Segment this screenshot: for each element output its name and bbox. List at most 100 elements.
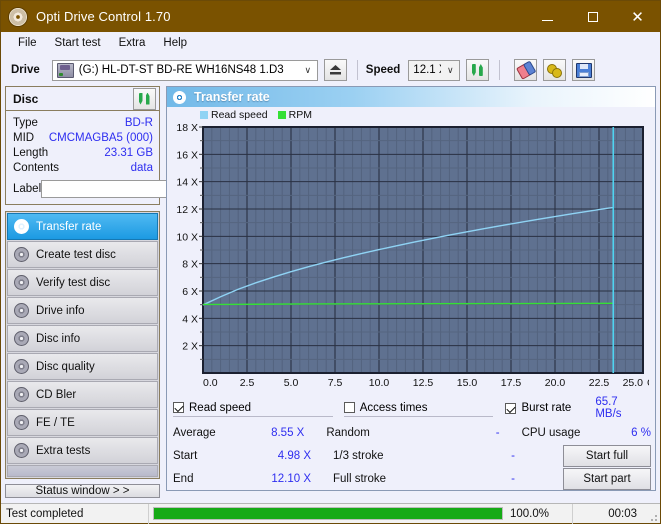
legend-label-rpm: RPM	[289, 109, 312, 121]
svg-text:5.0: 5.0	[284, 377, 299, 389]
start-full-button[interactable]: Start full	[563, 445, 651, 467]
disc-field-contents: Contents data	[13, 160, 153, 175]
minimize-button[interactable]	[525, 1, 570, 32]
disc-icon	[14, 415, 29, 430]
speed-select[interactable]: 12.1 X ∨	[408, 60, 460, 81]
chart-plot-area[interactable]: 2 X4 X6 X8 X10 X12 X14 X16 X18 X0.02.55.…	[167, 121, 655, 397]
svg-text:25.0: 25.0	[623, 377, 644, 389]
sidebar-item-label: Disc info	[36, 333, 80, 345]
stat-key-third-stroke: 1/3 stroke	[311, 450, 443, 462]
svg-text:12 X: 12 X	[176, 204, 198, 216]
sidebar-item-extra-tests[interactable]: Extra tests	[7, 437, 158, 464]
disc-field-type-key: Type	[13, 117, 38, 129]
access-times-checkbox[interactable]	[344, 402, 355, 413]
progress-cell: 100.0%	[148, 504, 572, 524]
menu-item-start-test[interactable]: Start test	[46, 35, 110, 51]
chart-title: Transfer rate	[194, 90, 270, 104]
elapsed-time: 00:03	[572, 504, 646, 524]
read-speed-label: Read speed	[189, 402, 251, 414]
stat-value-cpu-usage: 6 %	[602, 427, 651, 439]
refresh-icon	[138, 92, 152, 106]
svg-text:18 X: 18 X	[176, 122, 198, 134]
maximize-button[interactable]	[570, 1, 615, 32]
disc-refresh-button[interactable]	[133, 88, 156, 110]
menu-item-help[interactable]: Help	[154, 35, 196, 51]
menu-item-file[interactable]: File	[9, 35, 46, 51]
progress-percent: 100.0%	[503, 508, 568, 520]
stat-value-third-stroke: -	[443, 450, 515, 462]
disc-field-length-key: Length	[13, 147, 48, 159]
sidebar-item-create-test-disc[interactable]: Create test disc	[7, 241, 158, 268]
stat-key-end: End	[173, 473, 249, 485]
sidebar-item-transfer-rate[interactable]: Transfer rate	[7, 213, 158, 240]
close-button[interactable]: ✕	[615, 1, 660, 32]
sidebar-nav: Transfer rate Create test disc Verify te…	[5, 211, 160, 479]
status-window-button[interactable]: Status window > >	[5, 484, 160, 498]
sidebar-spacer	[7, 465, 158, 477]
option-read-speed[interactable]: Read speed	[173, 399, 333, 417]
disc-icon	[14, 387, 29, 402]
refresh-button[interactable]	[466, 59, 489, 81]
svg-text:12.5: 12.5	[413, 377, 434, 389]
transfer-rate-panel: Transfer rate Read speed RPM 2 X4 X6 X8 …	[166, 86, 656, 491]
status-bar: Test completed 100.0% 00:03	[1, 503, 660, 523]
svg-text:0.0: 0.0	[203, 377, 218, 389]
menu-item-extra[interactable]: Extra	[110, 35, 155, 51]
eject-button[interactable]	[324, 59, 347, 81]
eraser-icon	[516, 61, 535, 79]
sidebar-item-verify-test-disc[interactable]: Verify test disc	[7, 269, 158, 296]
start-part-button[interactable]: Start part	[563, 468, 651, 490]
drive-select[interactable]: (G:) HL-DT-ST BD-RE WH16NS48 1.D3 ∨	[52, 60, 318, 81]
chart-legend: Read speed RPM	[167, 108, 655, 121]
sidebar-item-cd-bler[interactable]: CD Bler	[7, 381, 158, 408]
svg-text:14 X: 14 X	[176, 177, 198, 189]
save-button[interactable]	[572, 59, 595, 81]
svg-text:16 X: 16 X	[176, 149, 198, 161]
eject-icon	[329, 64, 342, 76]
drive-toolbar: Drive (G:) HL-DT-ST BD-RE WH16NS48 1.D3 …	[1, 54, 660, 86]
svg-text:20.0: 20.0	[545, 377, 566, 389]
sidebar-item-disc-quality[interactable]: Disc quality	[7, 353, 158, 380]
chart-options-row: Read speed Access times Burst rate 65.7 …	[167, 397, 655, 419]
stat-value-end: 12.10 X	[249, 473, 311, 485]
option-access-times[interactable]: Access times	[344, 399, 494, 417]
disc-panel-header: Disc	[6, 87, 159, 111]
disc-field-mid: MID CMCMAGBA5 (000)	[13, 130, 153, 145]
disc-label-row: Label	[13, 178, 153, 199]
disc-panel-title: Disc	[13, 92, 38, 106]
stat-value-full-stroke: -	[443, 473, 515, 485]
legend-swatch-read-speed	[200, 111, 208, 119]
speed-label: Speed	[366, 64, 401, 76]
disc-icon	[14, 443, 29, 458]
resize-grip[interactable]	[646, 504, 660, 524]
disc-icon	[14, 219, 29, 234]
svg-text:10 X: 10 X	[176, 231, 198, 243]
stat-value-average: 8.55 X	[245, 427, 304, 439]
disc-field-contents-value: data	[131, 162, 153, 174]
svg-text:15.0: 15.0	[457, 377, 478, 389]
stats-row-end: End 12.10 X Full stroke - Start part	[173, 467, 651, 490]
burst-rate-checkbox[interactable]	[505, 403, 516, 414]
chart-stats: Average 8.55 X Random - CPU usage 6 % St…	[167, 419, 655, 490]
sidebar-item-label: CD Bler	[36, 389, 76, 401]
sidebar-item-disc-info[interactable]: Disc info	[7, 325, 158, 352]
disc-field-type: Type BD-R	[13, 115, 153, 130]
key-icon	[547, 63, 562, 77]
title-bar: Opti Drive Control 1.70 ✕	[1, 1, 660, 32]
legend-swatch-rpm	[278, 111, 286, 119]
sidebar-item-fe-te[interactable]: FE / TE	[7, 409, 158, 436]
window-title: Opti Drive Control 1.70	[36, 9, 171, 24]
key-button[interactable]	[543, 59, 566, 81]
disc-field-length-value: 23.31 GB	[104, 147, 153, 159]
drive-select-value: (G:) HL-DT-ST BD-RE WH16NS48 1.D3	[79, 64, 299, 76]
erase-button[interactable]	[514, 59, 537, 81]
disc-field-type-value: BD-R	[125, 117, 153, 129]
disc-icon	[14, 303, 29, 318]
read-speed-checkbox[interactable]	[173, 402, 184, 413]
stat-key-cpu-usage: CPU usage	[500, 427, 602, 439]
sidebar-item-drive-info[interactable]: Drive info	[7, 297, 158, 324]
sidebar-item-label: FE / TE	[36, 417, 75, 429]
sidebar-item-label: Extra tests	[36, 445, 90, 457]
option-burst-rate[interactable]: Burst rate	[505, 399, 595, 417]
burst-rate-label: Burst rate	[521, 402, 571, 414]
